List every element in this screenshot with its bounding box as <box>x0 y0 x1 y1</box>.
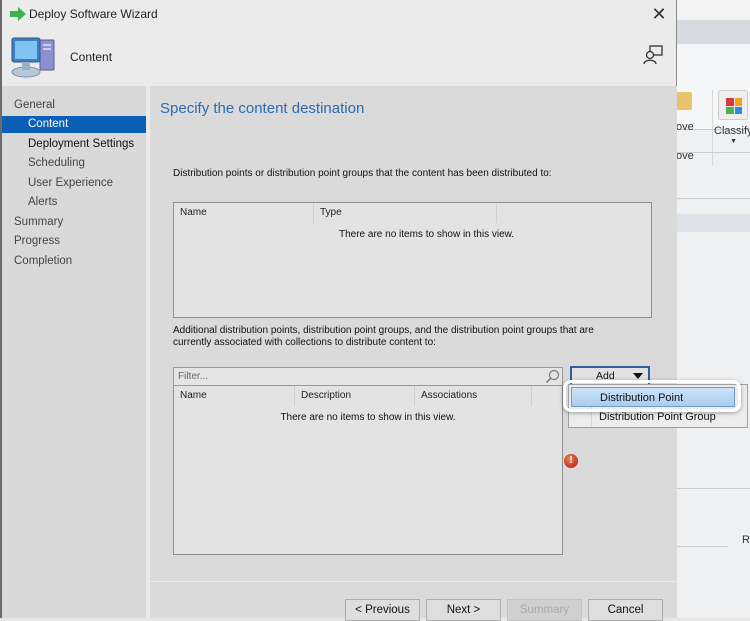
nav-item-scheduling[interactable]: Scheduling <box>2 155 146 172</box>
filter-input[interactable]: Filter... <box>173 367 563 386</box>
nav-item-deployment-settings[interactable]: Deployment Settings <box>2 136 146 153</box>
additional-list[interactable]: Name Description Associations There are … <box>173 386 563 555</box>
empty-message: There are no items to show in this view. <box>280 412 456 423</box>
nav-item-general[interactable]: General <box>2 97 146 114</box>
green-arrow-icon <box>10 7 26 21</box>
search-icon[interactable] <box>545 369 560 384</box>
additional-description: Additional distribution points, distribu… <box>173 325 594 348</box>
header-title: Content <box>70 50 113 64</box>
wizard-header: Content <box>2 28 676 86</box>
chevron-down-icon <box>633 373 643 379</box>
close-icon: ✕ <box>651 4 667 24</box>
column-header-associations[interactable]: Associations <box>415 386 532 406</box>
background-app-window: ove ove Classify ▼ R <box>676 0 750 618</box>
move-button-label[interactable]: ove <box>676 121 694 133</box>
classify-button[interactable] <box>718 90 748 120</box>
divider <box>676 152 750 153</box>
nav-item-summary[interactable]: Summary <box>2 214 146 231</box>
ribbon-separator <box>712 90 713 166</box>
close-button[interactable]: ✕ <box>648 3 670 25</box>
window-title: Deploy Software Wizard <box>29 7 158 21</box>
error-icon: ! <box>564 454 578 468</box>
chevron-down-icon: ▼ <box>730 138 737 145</box>
add-button[interactable]: Add <box>570 366 650 386</box>
empty-message: There are no items to show in this view. <box>339 229 515 240</box>
feedback-icon[interactable] <box>642 44 664 66</box>
nav-item-progress[interactable]: Progress <box>2 233 146 250</box>
menu-item-distribution-point[interactable]: Distribution Point <box>571 387 735 407</box>
column-header-name[interactable]: Name <box>174 203 314 223</box>
wizard-content: Specify the content destination Distribu… <box>150 86 677 621</box>
background-label: R <box>742 534 750 546</box>
title-bar: Deploy Software Wizard ✕ <box>2 0 676 28</box>
distributed-list[interactable]: Name Type There are no items to show in … <box>173 202 652 318</box>
background-tab-band <box>676 20 750 44</box>
nav-item-completion[interactable]: Completion <box>2 253 146 270</box>
add-label: Add <box>596 370 615 382</box>
classify-icon <box>726 98 742 114</box>
nav-item-alerts[interactable]: Alerts <box>2 194 146 211</box>
wizard-nav: General Content Deployment Settings Sche… <box>2 86 148 618</box>
menu-item-distribution-point-group[interactable]: Distribution Point Group <box>569 407 747 427</box>
filter-placeholder: Filter... <box>178 371 209 382</box>
column-header-type[interactable]: Type <box>314 203 497 223</box>
classify-label: Classify <box>714 125 750 137</box>
page-title: Specify the content destination <box>160 100 365 117</box>
divider <box>676 198 750 199</box>
background-header-row <box>676 214 750 232</box>
folder-icon <box>676 92 692 110</box>
divider <box>676 546 728 547</box>
add-dropdown-menu: Distribution Point Distribution Point Gr… <box>568 384 748 428</box>
column-header-description[interactable]: Description <box>295 386 415 406</box>
deploy-software-wizard: Deploy Software Wizard ✕ Content General… <box>0 0 677 621</box>
column-header-name[interactable]: Name <box>174 386 295 406</box>
background-ribbon: ove ove Classify ▼ <box>676 44 750 166</box>
nav-item-user-experience[interactable]: User Experience <box>2 175 146 192</box>
footer-divider <box>150 581 677 582</box>
nav-item-content[interactable]: Content <box>2 116 146 133</box>
computer-icon <box>11 37 55 78</box>
distributed-description: Distribution points or distribution poin… <box>173 168 552 179</box>
background-titlebar <box>676 0 750 20</box>
divider <box>676 488 750 489</box>
